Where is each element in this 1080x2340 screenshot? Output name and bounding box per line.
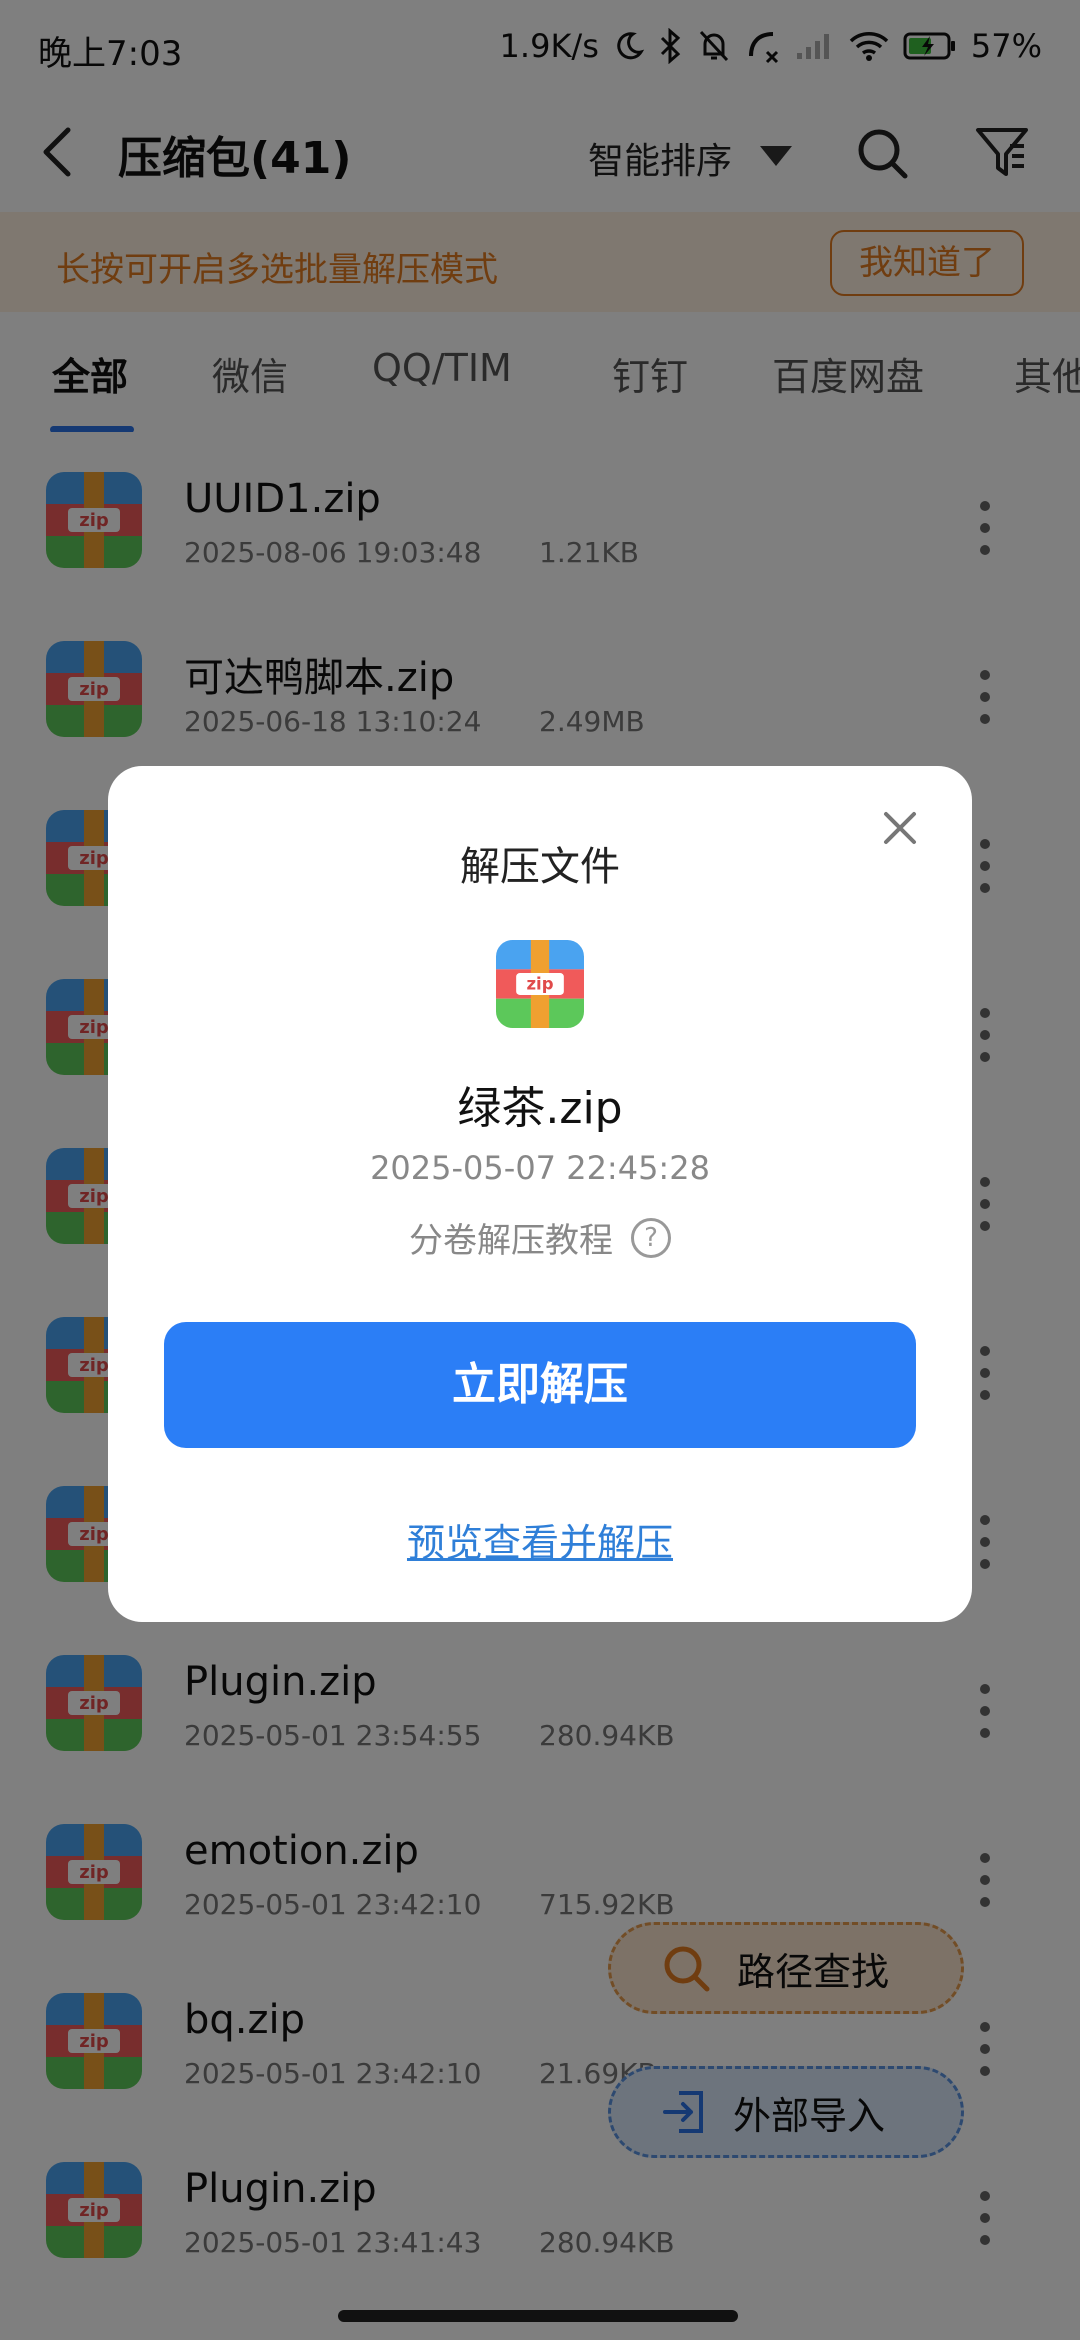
home-indicator[interactable] bbox=[338, 2310, 738, 2322]
dialog-title: 解压文件 bbox=[460, 844, 620, 890]
split-archive-help-link[interactable]: 分卷解压教程 ? bbox=[108, 1213, 972, 1262]
svg-text:zip: zip bbox=[526, 975, 553, 994]
dialog-date: 2025-05-07 22:45:28 bbox=[370, 1149, 710, 1187]
help-text: 分卷解压教程 bbox=[409, 1221, 613, 1261]
preview-extract-link[interactable]: 预览查看并解压 bbox=[108, 1512, 972, 1567]
extract-now-button[interactable]: 立即解压 bbox=[164, 1322, 916, 1448]
question-icon: ? bbox=[631, 1217, 671, 1258]
zip-file-icon: zip bbox=[496, 940, 584, 1028]
extract-dialog: 解压文件 zip 绿茶.zip 2025-05-07 22:45:28 分卷解压… bbox=[108, 766, 972, 1622]
dialog-filename: 绿茶.zip bbox=[457, 1083, 623, 1134]
